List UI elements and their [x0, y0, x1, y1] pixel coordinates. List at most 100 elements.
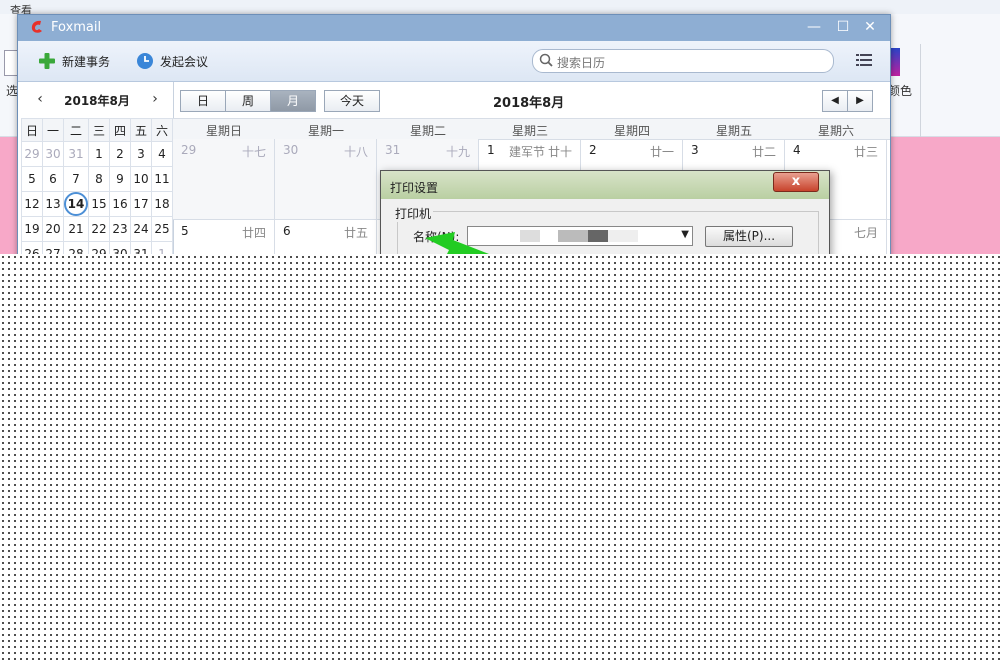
mini-weekday: 三 — [88, 118, 110, 142]
ribbon-color-label[interactable]: 颜色 — [888, 82, 912, 99]
prev-month-icon[interactable]: ◀ — [822, 90, 848, 112]
toolbar: 新建事务 发起会议 搜索日历 — [18, 41, 890, 82]
month-title: 2018年8月 — [493, 96, 565, 111]
day-number: 30 — [283, 143, 299, 157]
dialog-title: 打印设置 — [390, 181, 439, 195]
mini-week-row: 5 6 7 8 9 10 11 — [21, 166, 173, 192]
mini-weekday: 六 — [151, 118, 173, 142]
mini-day[interactable]: 19 — [21, 216, 43, 242]
mini-day[interactable]: 15 — [88, 191, 110, 217]
day-cell[interactable]: 29 十七 — [173, 139, 275, 219]
lunar-date: 十九 — [445, 145, 470, 159]
lunar-date: 廿四 — [241, 226, 266, 240]
day-number: 4 — [793, 143, 801, 157]
dropdown-arrow-icon[interactable]: ▼ — [681, 229, 689, 240]
dialog-title-bar[interactable]: 打印设置 x — [381, 171, 829, 199]
day-number: 6 — [283, 224, 291, 238]
weekday-label: 星期五 — [715, 124, 752, 138]
mini-day[interactable]: 20 — [42, 216, 64, 242]
new-event-button[interactable]: 新建事务 — [38, 51, 110, 71]
mini-calendar-title: 2018年8月 — [64, 94, 130, 108]
menu-icon[interactable] — [856, 53, 872, 67]
today-marker: 14 — [64, 192, 88, 216]
mini-day[interactable]: 6 — [42, 166, 64, 192]
mini-day-today[interactable]: 14 — [63, 191, 89, 217]
lunar-date: 廿三 — [853, 145, 878, 159]
mini-day[interactable]: 16 — [109, 191, 131, 217]
mini-day[interactable]: 7 — [63, 166, 89, 192]
lunar-date: 廿五 — [343, 226, 368, 240]
foxmail-logo-icon — [31, 20, 42, 33]
mini-day[interactable]: 22 — [88, 216, 110, 242]
today-button[interactable]: 今天 — [324, 90, 380, 112]
mini-next-month-icon[interactable]: › — [148, 91, 162, 107]
mini-day[interactable]: 10 — [130, 166, 152, 192]
holiday-label: 建军节 — [509, 145, 546, 159]
printer-properties-button[interactable]: 属性(P)... — [705, 226, 793, 247]
mini-day[interactable]: 3 — [130, 141, 152, 167]
mini-day[interactable]: 17 — [130, 191, 152, 217]
mini-day[interactable]: 12 — [21, 191, 43, 217]
mini-day[interactable]: 13 — [42, 191, 64, 217]
mini-day[interactable]: 24 — [130, 216, 152, 242]
mini-day[interactable]: 21 — [63, 216, 89, 242]
printer-group-label: 打印机 — [393, 205, 434, 222]
mini-day[interactable]: 1 — [88, 141, 110, 167]
day-number: 5 — [181, 224, 189, 238]
mini-day[interactable]: 18 — [151, 191, 173, 217]
mini-day[interactable]: 31 — [63, 141, 89, 167]
mini-day[interactable]: 8 — [88, 166, 110, 192]
ribbon-left-control[interactable] — [4, 50, 17, 76]
start-meeting-label: 发起会议 — [160, 54, 209, 69]
background-menubar: 查看 — [0, 0, 1000, 17]
start-meeting-button[interactable]: 发起会议 — [136, 51, 208, 71]
weekday-label: 星期日 — [205, 124, 242, 138]
lunar-date: 十八 — [343, 145, 368, 159]
mini-day[interactable]: 4 — [151, 141, 173, 167]
close-icon[interactable]: ✕ — [860, 18, 880, 36]
weekday-header: 星期日 星期一 星期二 星期三 星期四 星期五 星期六 — [173, 118, 890, 140]
day-number: 2 — [589, 143, 597, 157]
day-view-tab[interactable]: 日 — [180, 90, 226, 112]
redacted-text — [558, 230, 588, 242]
day-cell[interactable]: 30 十八 — [275, 139, 377, 219]
mini-day[interactable]: 9 — [109, 166, 131, 192]
week-view-tab[interactable]: 周 — [225, 90, 271, 112]
mini-day[interactable]: 23 — [109, 216, 131, 242]
mini-day[interactable]: 2 — [109, 141, 131, 167]
redacted-text — [608, 230, 638, 242]
app-title: Foxmail — [51, 20, 102, 35]
mini-calendar-grid: 日 一 二 三 四 五 六 29 30 31 1 2 3 4 5 6 7 8 9… — [21, 118, 173, 267]
title-bar[interactable]: Foxmail — ☐ ✕ — [18, 15, 890, 41]
mini-day[interactable]: 25 — [151, 216, 173, 242]
plus-icon — [39, 53, 55, 69]
day-number: 3 — [691, 143, 699, 157]
mini-weekday-row: 日 一 二 三 四 五 六 — [21, 118, 173, 142]
month-view-tab[interactable]: 月 — [270, 90, 316, 112]
day-number: 29 — [181, 143, 197, 157]
dialog-close-button[interactable]: x — [773, 172, 819, 192]
calendar-search-input[interactable]: 搜索日历 — [532, 49, 834, 73]
redacted-text — [520, 230, 540, 242]
weekday-label: 星期三 — [511, 124, 548, 138]
mini-weekday: 一 — [42, 118, 64, 142]
minimize-icon[interactable]: — — [804, 18, 824, 36]
mini-week-row: 19 20 21 22 23 24 25 — [21, 216, 173, 242]
redacted-text — [588, 230, 608, 242]
weekday-label: 星期四 — [613, 124, 650, 138]
printer-name-select[interactable]: ▼ — [467, 226, 693, 246]
mini-prev-month-icon[interactable]: ‹ — [33, 91, 47, 107]
mini-day[interactable]: 11 — [151, 166, 173, 192]
clock-icon — [137, 53, 153, 69]
ribbon-separator — [920, 44, 921, 139]
maximize-icon[interactable]: ☐ — [833, 18, 853, 36]
lunar-date: 廿十 — [547, 145, 572, 159]
weekday-label: 星期二 — [409, 124, 446, 138]
mini-weekday: 日 — [21, 118, 43, 142]
mini-day[interactable]: 30 — [42, 141, 64, 167]
mini-day[interactable]: 5 — [21, 166, 43, 192]
lunar-date: 廿一 — [649, 145, 674, 159]
next-month-icon[interactable]: ▶ — [847, 90, 873, 112]
mini-day[interactable]: 29 — [21, 141, 43, 167]
mini-calendar-header: ‹ 2018年8月 › — [21, 82, 173, 118]
